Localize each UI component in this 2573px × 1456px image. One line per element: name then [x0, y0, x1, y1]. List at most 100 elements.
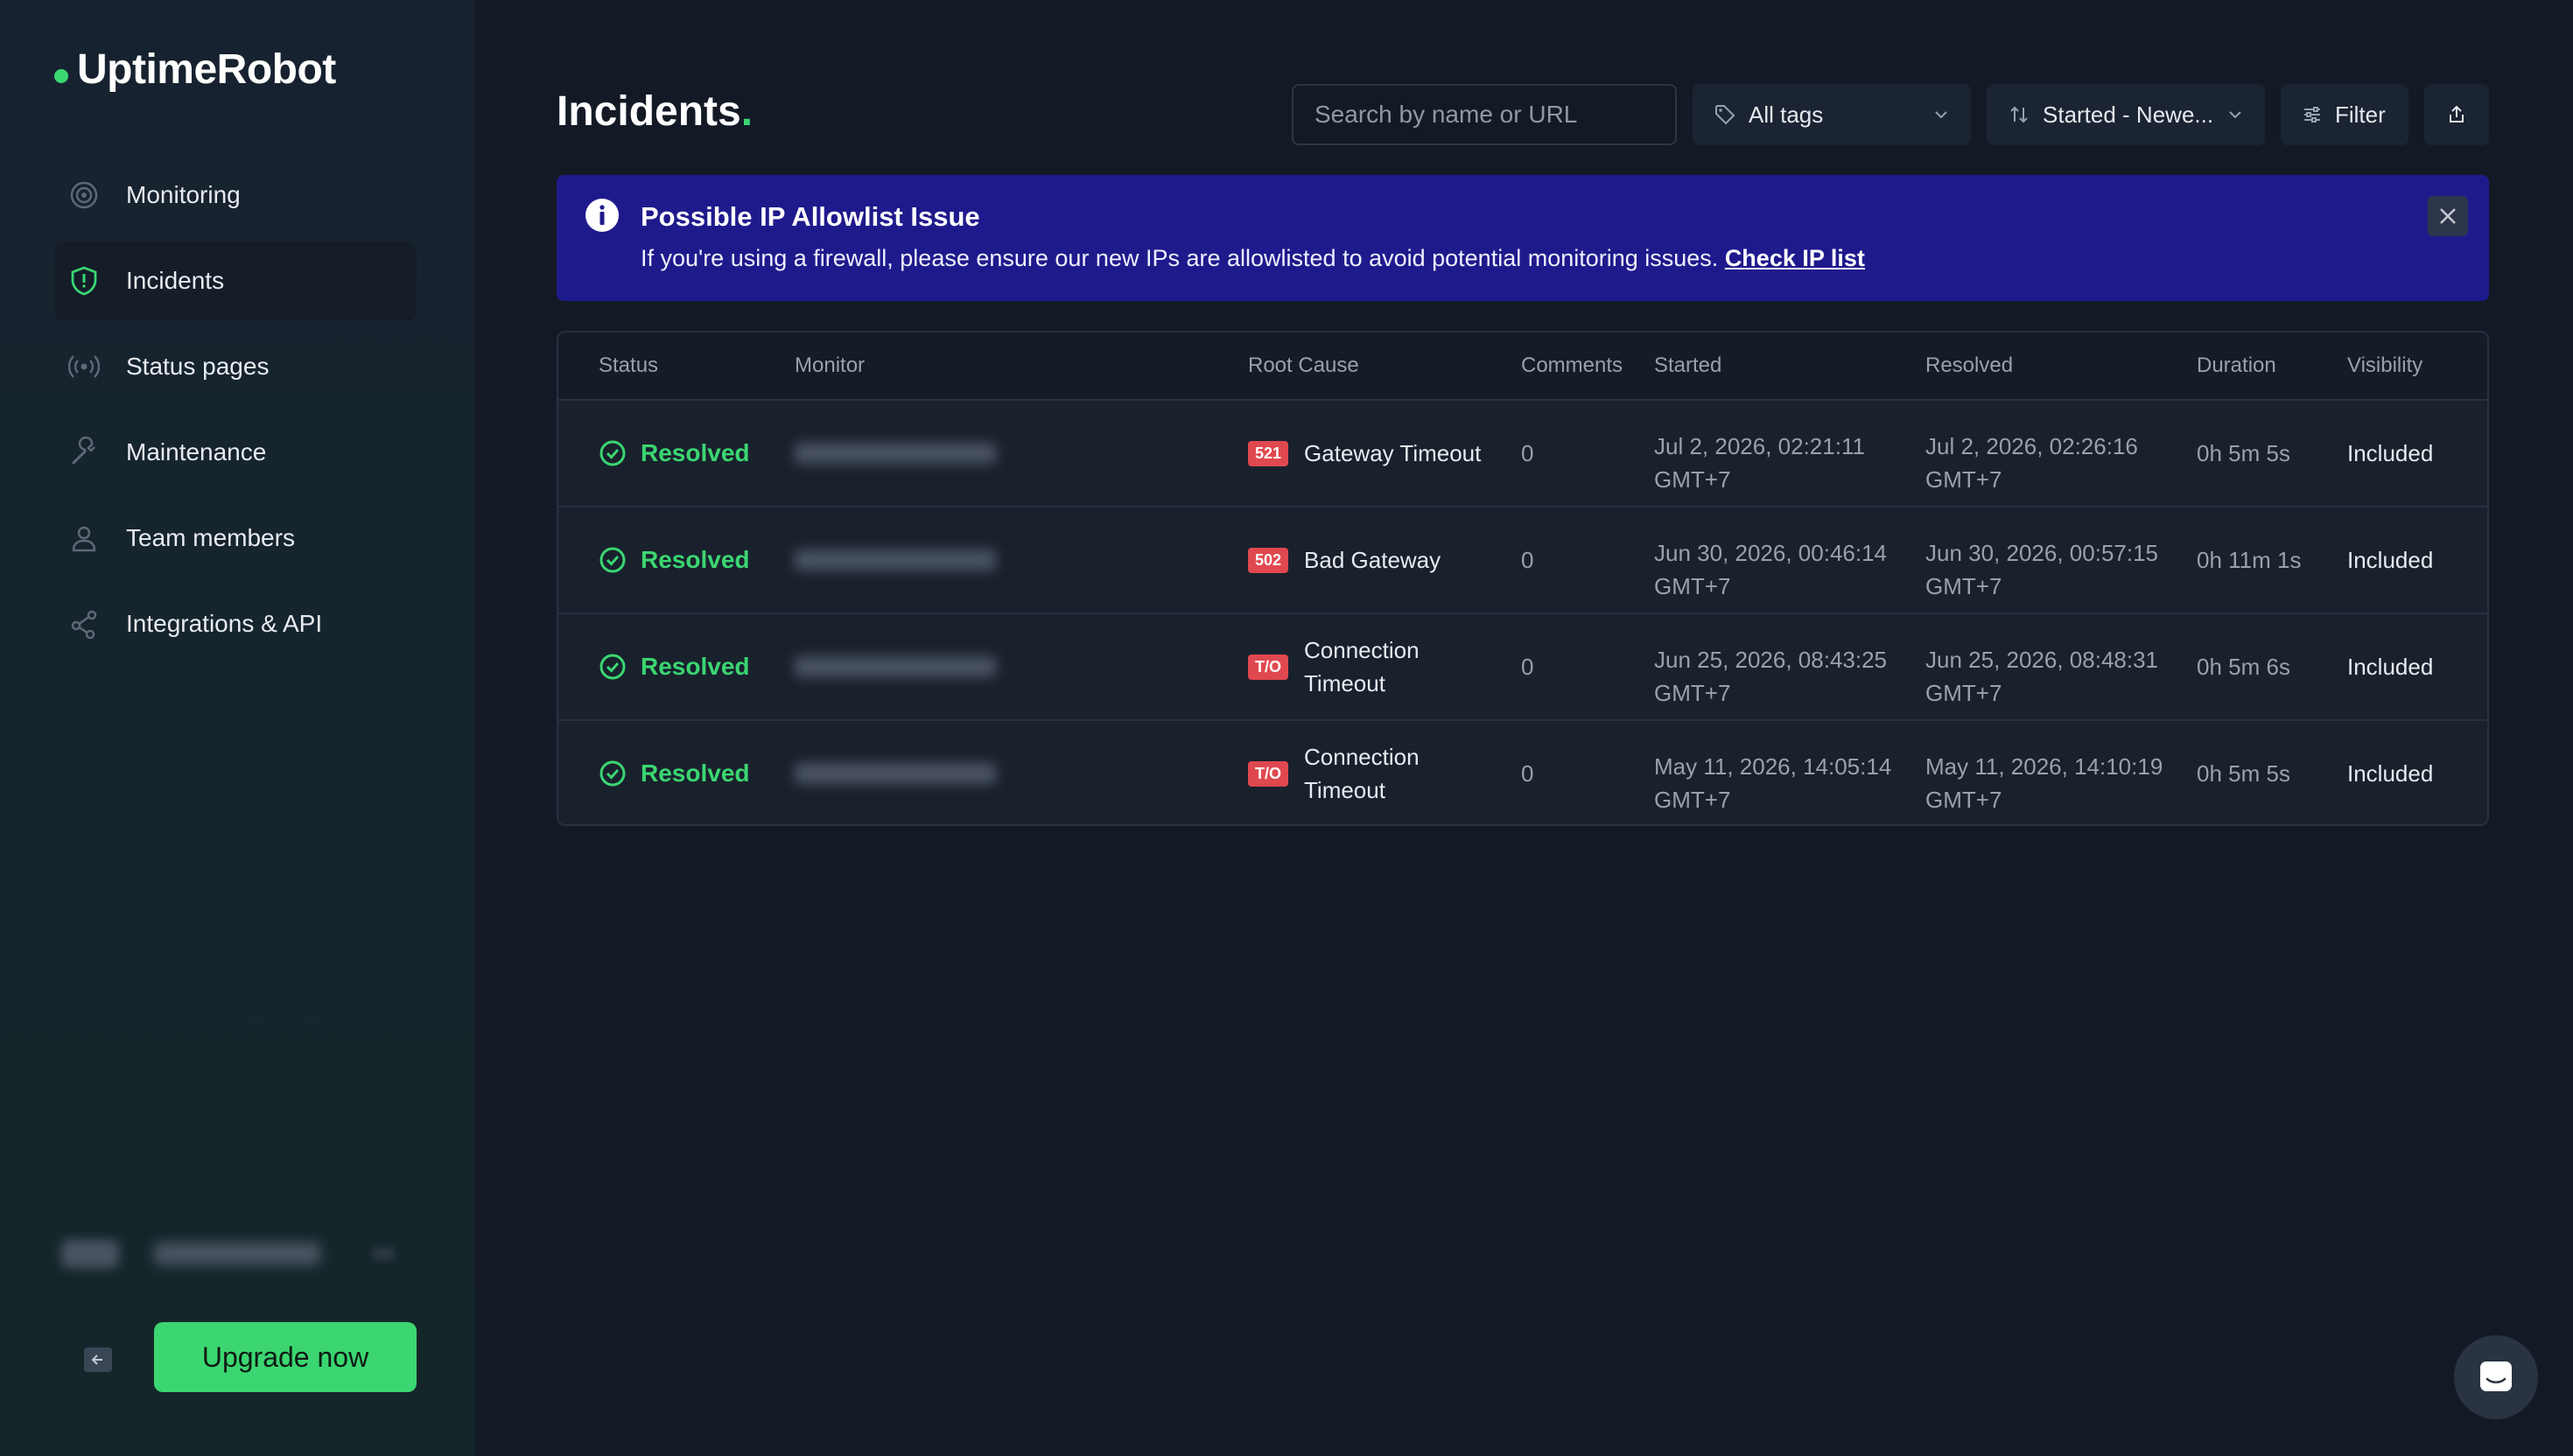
banner-title: Possible IP Allowlist Issue [641, 201, 980, 232]
table-row[interactable]: Resolved 502 Bad Gateway 0 Jun 30, 2026,… [558, 508, 2487, 614]
status-badge: Resolved [641, 546, 750, 573]
monitor-name-redacted [795, 550, 996, 570]
table-row[interactable]: Resolved T/O Connection Timeout 0 Jun 25… [558, 614, 2487, 721]
sidebar-item-maintenance[interactable]: Maintenance [54, 413, 417, 492]
column-header-resolved[interactable]: Resolved [1925, 354, 2013, 378]
column-header-root-cause[interactable]: Root Cause [1248, 354, 1359, 378]
error-code-badge: 521 [1248, 440, 1289, 466]
monitor-name-redacted [795, 656, 996, 677]
root-cause-text: Connection Timeout [1304, 744, 1420, 803]
resolved-timezone: GMT+7 [1925, 680, 2002, 706]
comments-count: 0 [1521, 546, 1534, 573]
logo[interactable]: UptimeRobot [54, 46, 336, 94]
info-icon [585, 199, 619, 232]
sliders-icon [2304, 107, 2320, 122]
resolved-cell: Jul 2, 2026, 02:26:16 GMT+7 [1925, 401, 2188, 506]
sidebar-item-label: Integrations & API [126, 610, 323, 637]
visibility-cell[interactable]: Included [2347, 508, 2433, 612]
resolved-date: Jul 2, 2026, 02:26:16 [1925, 433, 2138, 459]
started-date: Jul 2, 2026, 02:21:11 [1654, 433, 1865, 459]
started-cell: Jun 25, 2026, 08:43:25 GMT+7 [1654, 614, 1917, 719]
started-cell: Jun 30, 2026, 00:46:14 GMT+7 [1654, 508, 1917, 612]
status-cell: Resolved [599, 401, 750, 506]
avatar [61, 1240, 119, 1268]
error-code-badge: 502 [1248, 547, 1289, 573]
column-header-visibility[interactable]: Visibility [2347, 354, 2422, 378]
shield-icon [67, 263, 102, 298]
tag-icon [1715, 105, 1735, 125]
check-circle-icon [599, 654, 626, 680]
sidebar-nav: Monitoring Incidents Status pages Mainte… [54, 156, 417, 670]
chat-widget-button[interactable] [2454, 1335, 2538, 1419]
visibility-cell[interactable]: Included [2347, 401, 2433, 506]
target-icon [67, 178, 102, 213]
sidebar-item-status-pages[interactable]: Status pages [54, 327, 417, 406]
started-date: May 11, 2026, 14:05:14 [1654, 753, 1892, 780]
logo-text: UptimeRobot [77, 46, 336, 93]
resolved-timezone: GMT+7 [1925, 573, 2002, 599]
search-input[interactable] [1292, 84, 1677, 145]
sidebar-item-incidents[interactable]: Incidents [54, 242, 417, 320]
filter-button-label: Filter [2335, 101, 2386, 128]
resolved-cell: May 11, 2026, 14:10:19 GMT+7 [1925, 721, 2188, 824]
visibility-cell[interactable]: Included [2347, 614, 2433, 719]
sidebar-item-label: Monitoring [126, 181, 241, 208]
account-name-redacted [154, 1242, 320, 1265]
upgrade-button[interactable]: Upgrade now [154, 1322, 417, 1392]
error-code-badge: T/O [1248, 760, 1288, 787]
sort-dropdown-label: Started - Newe... [2043, 101, 2214, 128]
toolbar: All tags Started - Newe... Filter [1292, 84, 2489, 145]
column-header-duration[interactable]: Duration [2197, 354, 2276, 378]
monitor-cell[interactable] [795, 508, 996, 612]
filter-button[interactable]: Filter [2281, 84, 2408, 145]
started-timezone: GMT+7 [1654, 573, 1731, 599]
close-icon [2440, 208, 2456, 224]
tags-dropdown[interactable]: All tags [1693, 84, 1971, 145]
duration-cell: 0h 5m 5s [2197, 439, 2290, 466]
resolved-date: Jun 25, 2026, 08:48:31 [1925, 647, 2159, 673]
resolved-date: May 11, 2026, 14:10:19 [1925, 753, 2163, 780]
check-ip-list-link[interactable]: Check IP list [1725, 245, 1865, 271]
sidebar-item-label: Maintenance [126, 438, 267, 466]
banner-text: If you're using a firewall, please ensur… [641, 245, 1865, 271]
column-header-status[interactable]: Status [599, 354, 658, 378]
monitor-cell[interactable] [795, 614, 996, 719]
sort-dropdown[interactable]: Started - Newe... [1987, 84, 2265, 145]
share-icon [67, 606, 102, 641]
duration-cell: 0h 5m 6s [2197, 653, 2290, 680]
sidebar-item-monitoring[interactable]: Monitoring [54, 156, 417, 234]
close-banner-button[interactable] [2428, 196, 2468, 236]
chevron-down-icon [373, 1248, 394, 1260]
table-row[interactable]: Resolved T/O Connection Timeout 0 May 11… [558, 721, 2487, 824]
comments-count: 0 [1521, 760, 1534, 787]
comments-count: 0 [1521, 439, 1534, 466]
column-header-monitor[interactable]: Monitor [795, 354, 865, 378]
sidebar-item-integrations[interactable]: Integrations & API [54, 584, 417, 663]
monitor-cell[interactable] [795, 401, 996, 506]
started-date: Jun 25, 2026, 08:43:25 [1654, 647, 1888, 673]
root-cause-text: Gateway Timeout [1304, 440, 1482, 466]
table-row[interactable]: Resolved 521 Gateway Timeout 0 Jul 2, 20… [558, 401, 2487, 508]
column-header-comments[interactable]: Comments [1521, 354, 1623, 378]
export-button[interactable] [2424, 84, 2489, 145]
root-cause-cell: 502 Bad Gateway [1248, 508, 1511, 612]
sidebar-item-team-members[interactable]: Team members [54, 499, 417, 578]
monitor-cell[interactable] [795, 721, 996, 824]
collapse-sidebar-button[interactable] [84, 1348, 112, 1372]
sidebar-item-label: Incidents [126, 267, 225, 294]
chat-icon [2480, 1362, 2512, 1391]
tags-dropdown-label: All tags [1749, 101, 1824, 128]
check-circle-icon [599, 760, 626, 787]
root-cause-text: Connection Timeout [1304, 637, 1420, 696]
started-timezone: GMT+7 [1654, 787, 1731, 813]
visibility-cell[interactable]: Included [2347, 721, 2433, 824]
duration-cell: 0h 11m 1s [2197, 546, 2302, 573]
account-switcher[interactable] [61, 1232, 403, 1276]
column-header-started[interactable]: Started [1654, 354, 1721, 378]
broadcast-icon [67, 349, 102, 384]
chevron-down-icon [1935, 111, 1947, 119]
sidebar-item-label: Status pages [126, 353, 270, 380]
check-circle-icon [599, 440, 626, 466]
status-cell: Resolved [599, 614, 750, 719]
wrench-icon [67, 435, 102, 470]
